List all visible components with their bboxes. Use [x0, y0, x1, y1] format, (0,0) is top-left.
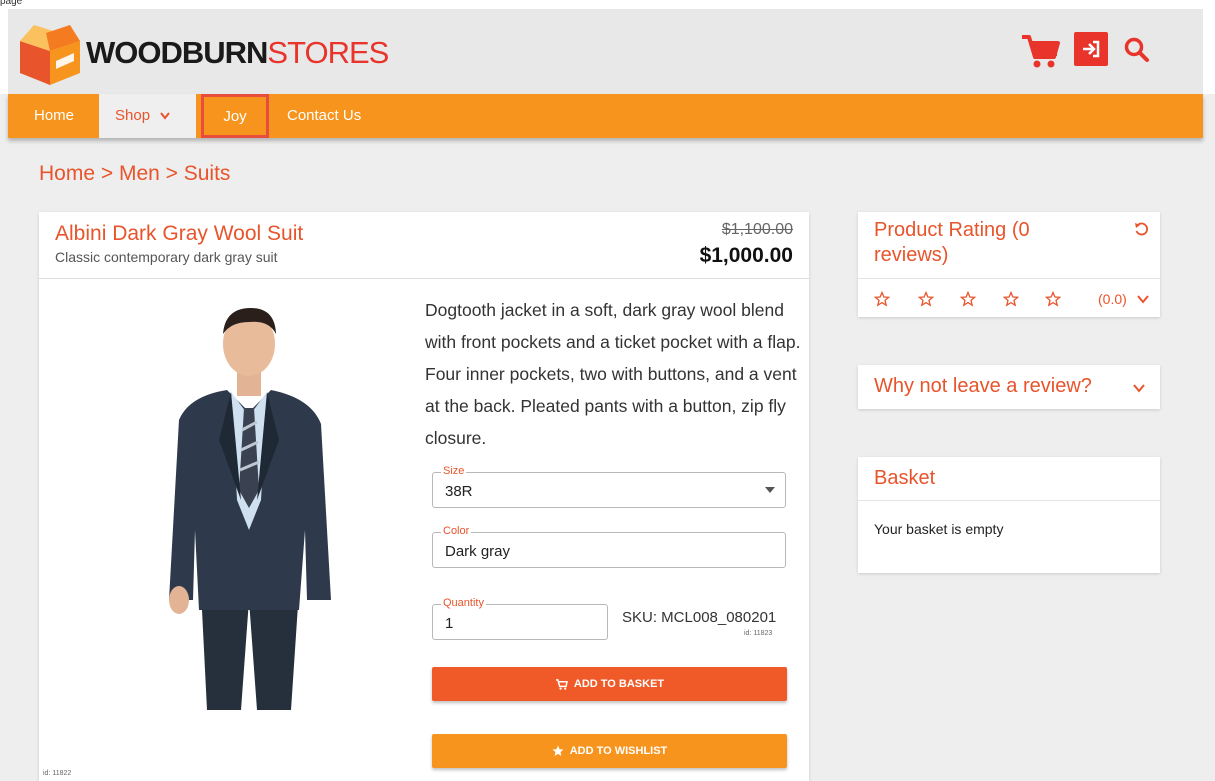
product-image	[169, 308, 331, 710]
size-label: Size	[441, 465, 467, 477]
product-header: Albini Dark Gray Wool Suit Classic conte…	[39, 212, 809, 279]
size-select[interactable]: Size 38R	[432, 465, 786, 508]
search-icon[interactable]	[1122, 35, 1152, 65]
leave-review-card[interactable]: Why not leave a review?	[858, 365, 1160, 409]
rating-title: Product Rating (0 reviews)	[874, 219, 1030, 266]
product-id: id: 11822	[43, 770, 72, 777]
star-outline-icon[interactable]	[1045, 291, 1061, 307]
product-title: Albini Dark Gray Wool Suit	[55, 222, 304, 245]
nav-shop-label: Shop	[115, 107, 151, 124]
brand-name-bold: WOODBURN	[86, 35, 268, 70]
reset-icon[interactable]	[1134, 222, 1148, 236]
product-description: Dogtooth jacket in a soft, dark gray woo…	[425, 300, 801, 448]
nav-shop[interactable]: Shop	[99, 94, 196, 138]
product-rating-card: Product Rating (0 reviews) (0.0)	[858, 212, 1160, 317]
color-field[interactable]: Color Dark gray	[432, 525, 786, 568]
page-label: page	[0, 0, 23, 7]
product-subtitle: Classic contemporary dark gray suit	[55, 249, 278, 265]
size-value: 38R	[445, 483, 473, 500]
divider	[858, 278, 1160, 279]
top-bar: page WOODBURNSTORES	[0, 0, 1215, 94]
star-outline-icon[interactable]	[960, 291, 976, 307]
box-logo-icon[interactable]	[16, 21, 86, 87]
add-to-basket-button[interactable]: ADD TO BASKET	[432, 667, 787, 701]
chevron-down-icon[interactable]	[1132, 381, 1146, 395]
basket-card: Basket Your basket is empty	[858, 457, 1160, 573]
quantity-label: Quantity	[441, 597, 486, 609]
chevron-down-icon[interactable]	[1136, 292, 1150, 306]
current-price: $1,000.00	[699, 244, 793, 267]
brand-name-light: STORES	[267, 35, 389, 70]
nav-joy[interactable]: Joy	[201, 94, 269, 138]
star-outline-icon[interactable]	[1003, 291, 1019, 307]
caret-down-icon	[765, 487, 775, 493]
quantity-input[interactable]: Quantity 1	[432, 597, 608, 640]
rating-value: (0.0)	[1098, 291, 1127, 307]
review-title: Why not leave a review?	[874, 375, 1092, 397]
product-card: Albini Dark Gray Wool Suit Classic conte…	[39, 212, 809, 781]
star-outline-icon[interactable]	[874, 291, 890, 307]
star-icon	[552, 745, 564, 756]
add-to-basket-label: ADD TO BASKET	[573, 678, 665, 690]
breadcrumb[interactable]: Home > Men > Suits	[39, 162, 230, 186]
basket-title: Basket	[874, 467, 936, 489]
color-label: Color	[441, 525, 472, 537]
top-strip: page	[0, 0, 1215, 9]
add-to-wishlist-button[interactable]: ADD TO WISHLIST	[432, 734, 787, 768]
main-nav: Home Shop Joy Contact Us	[8, 94, 1203, 138]
site-header: WOODBURNSTORES	[8, 9, 1203, 94]
quantity-value: 1	[445, 615, 454, 632]
color-value: Dark gray	[445, 543, 511, 560]
add-to-wishlist-label: ADD TO WISHLIST	[569, 745, 668, 757]
cart-icon[interactable]	[1020, 33, 1060, 69]
cart-icon	[555, 678, 568, 690]
nav-contact-us[interactable]: Contact Us	[287, 94, 361, 138]
sku: SKU: MCL008_080201	[622, 609, 777, 626]
login-button[interactable]	[1074, 32, 1108, 66]
sku-id: id: 11823	[744, 630, 773, 637]
divider	[858, 500, 1160, 501]
brand-name[interactable]: WOODBURNSTORES	[86, 35, 389, 71]
chevron-down-icon	[160, 112, 170, 120]
nav-home[interactable]: Home	[34, 94, 74, 138]
basket-empty-text: Your basket is empty	[874, 521, 1004, 537]
star-outline-icon[interactable]	[918, 291, 934, 307]
old-price: $1,100.00	[721, 221, 793, 238]
sign-in-icon	[1083, 40, 1100, 58]
